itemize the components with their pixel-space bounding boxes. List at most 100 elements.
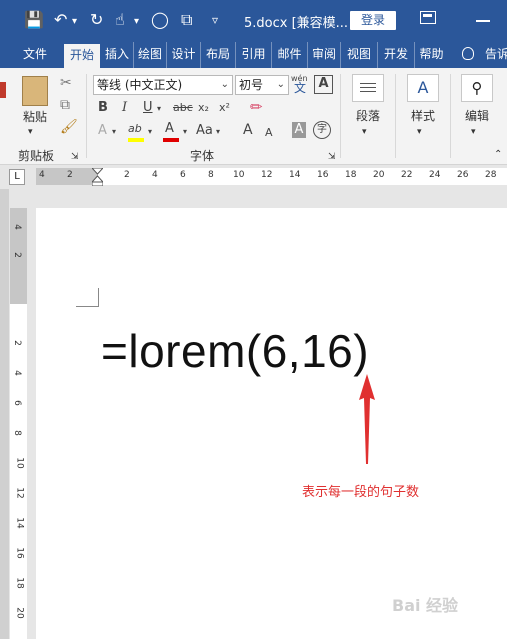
styles-dropdown-icon[interactable]: ▾ [417,125,422,139]
format-painter-icon[interactable]: 🖌 [60,120,78,134]
font-color-bar [163,138,179,142]
font-name-select[interactable]: 等线 (中文正文) ⌄ [93,75,233,95]
circle-icon[interactable]: ◯ [151,10,169,30]
ruler-number: 26 [457,170,469,180]
redo-icon[interactable]: ↻ [90,10,103,30]
ribbon-tabs: 文件 开始 插入 绘图 设计 布局 引用 邮件 审阅 视图 开发 帮助 告诉 [0,42,507,68]
chevron-down-icon: ⌄ [276,79,285,90]
subscript-button[interactable]: x₂ [198,100,209,116]
font-color-dropdown-icon[interactable]: ▾ [183,124,187,140]
char-border-icon[interactable]: A [314,75,333,94]
vertical-ruler[interactable]: 4 2 2 4 6 8 10 12 14 16 18 20 [10,208,27,639]
change-case-button[interactable]: Aa [196,123,213,139]
ruler-number: 22 [401,170,413,180]
change-case-dropdown-icon[interactable]: ▾ [216,124,220,140]
touch-mode-icon[interactable]: ☝ [115,10,125,30]
editing-dropdown-icon[interactable]: ▾ [471,125,476,139]
font-size-select[interactable]: 初号 ⌄ [235,75,289,95]
tab-home[interactable]: 开始 [64,44,100,68]
styles-icon[interactable]: A [407,74,439,102]
ruler-number: 20 [14,607,25,619]
baidu-watermark: Bai 经验 [392,592,458,616]
tab-draw[interactable]: 绘图 [134,42,167,68]
touch-dropdown-icon[interactable]: ▾ [134,12,139,32]
text-effects-dropdown-icon[interactable]: ▾ [112,124,116,140]
paragraph-dropdown-icon[interactable]: ▾ [362,125,367,139]
ruler-number: 10 [14,457,25,469]
cut-icon[interactable]: ✂ [60,76,72,90]
ruler-number: 18 [345,170,357,180]
strikethrough-button[interactable]: abc [173,100,193,116]
tab-insert[interactable]: 插入 [101,42,134,68]
clipboard-launcher-icon[interactable]: ⇲ [71,150,79,164]
lightbulb-icon[interactable] [462,47,474,60]
copy-format-icon[interactable]: ⧉ [181,10,192,30]
tab-references[interactable]: 引用 [236,42,272,68]
paste-button[interactable]: 粘贴 [18,110,52,124]
annotation-text: 表示每一段的句子数 [302,485,420,500]
editing-button[interactable]: 编辑 [459,109,495,123]
font-launcher-icon[interactable]: ⇲ [328,150,336,164]
group-divider [395,74,396,158]
paste-icon[interactable] [22,76,48,106]
tab-help[interactable]: 帮助 [415,42,448,68]
save-icon[interactable]: 💾 [24,10,44,30]
login-button[interactable]: 登录 [350,11,396,30]
ruler-number: 24 [429,170,441,180]
ribbon-display-icon[interactable] [420,11,436,24]
document-text[interactable]: =lorem(6,16) [101,324,369,378]
underline-button[interactable]: U [143,100,153,116]
text-effects-button[interactable]: A [98,123,107,139]
ruler-number: 4 [39,170,45,180]
paste-dropdown-icon[interactable]: ▾ [28,125,33,139]
phonetic-guide-icon[interactable]: 文 [294,80,306,96]
font-color-button[interactable]: A [165,121,174,137]
group-divider [340,74,341,158]
highlight-dropdown-icon[interactable]: ▾ [148,124,152,140]
ruler-number: 4 [152,170,158,180]
ruler-number: 12 [261,170,273,180]
char-shading-button[interactable]: A [292,122,306,138]
tab-layout[interactable]: 布局 [201,42,236,68]
enclose-char-button[interactable]: 字 [313,121,331,139]
underline-dropdown-icon[interactable]: ▾ [157,101,161,117]
clear-formatting-icon[interactable]: ✏ [250,99,263,115]
tab-review[interactable]: 审阅 [308,42,341,68]
customize-qat-icon[interactable]: ▿ [212,10,218,30]
paragraph-button[interactable]: 段落 [350,109,386,123]
copy-icon[interactable]: ⧉ [60,98,70,112]
tab-view[interactable]: 视图 [341,42,378,68]
highlight-button[interactable]: ab [128,121,142,137]
grow-font-button[interactable]: A [243,122,253,138]
ruler-number: 6 [11,400,22,406]
tab-stop-selector[interactable]: L [9,169,25,185]
tab-file[interactable]: 文件 [14,42,56,68]
ruler-number: 16 [317,170,329,180]
ruler-number: 2 [11,252,22,258]
minimize-icon[interactable] [476,20,490,22]
superscript-button[interactable]: x² [219,100,230,116]
tab-tell-me[interactable]: 告诉 [480,42,507,68]
tab-developer[interactable]: 开发 [378,42,415,68]
bold-button[interactable]: B [98,100,108,116]
horizontal-ruler[interactable]: L 4 2 2 4 6 8 10 12 14 16 18 20 22 24 26… [0,165,507,189]
annotation-arrow [359,374,375,464]
italic-button[interactable]: I [122,100,127,116]
indent-marker[interactable] [90,167,105,187]
undo-dropdown-icon[interactable]: ▾ [72,12,77,32]
undo-icon[interactable]: ↶ [54,10,67,30]
title-bar: 💾 ↶ ▾ ↻ ☝ ▾ ◯ ⧉ ▿ 5.docx [兼容模... 登录 [0,0,507,42]
shrink-font-button[interactable]: A [265,125,273,141]
collapse-ribbon-icon[interactable]: ⌃ [494,148,502,162]
paragraph-icon[interactable] [352,74,384,102]
chevron-down-icon: ⌄ [220,79,229,90]
search-icon[interactable]: ⚲ [461,74,493,102]
indent-marker-icon [90,167,105,187]
styles-button[interactable]: 样式 [405,109,441,123]
ruler-number: 4 [11,370,22,376]
ruler-number: 10 [233,170,245,180]
ruler-number: 16 [14,547,25,559]
tab-mailings[interactable]: 邮件 [272,42,308,68]
tab-design[interactable]: 设计 [167,42,201,68]
document-page[interactable] [36,208,507,639]
